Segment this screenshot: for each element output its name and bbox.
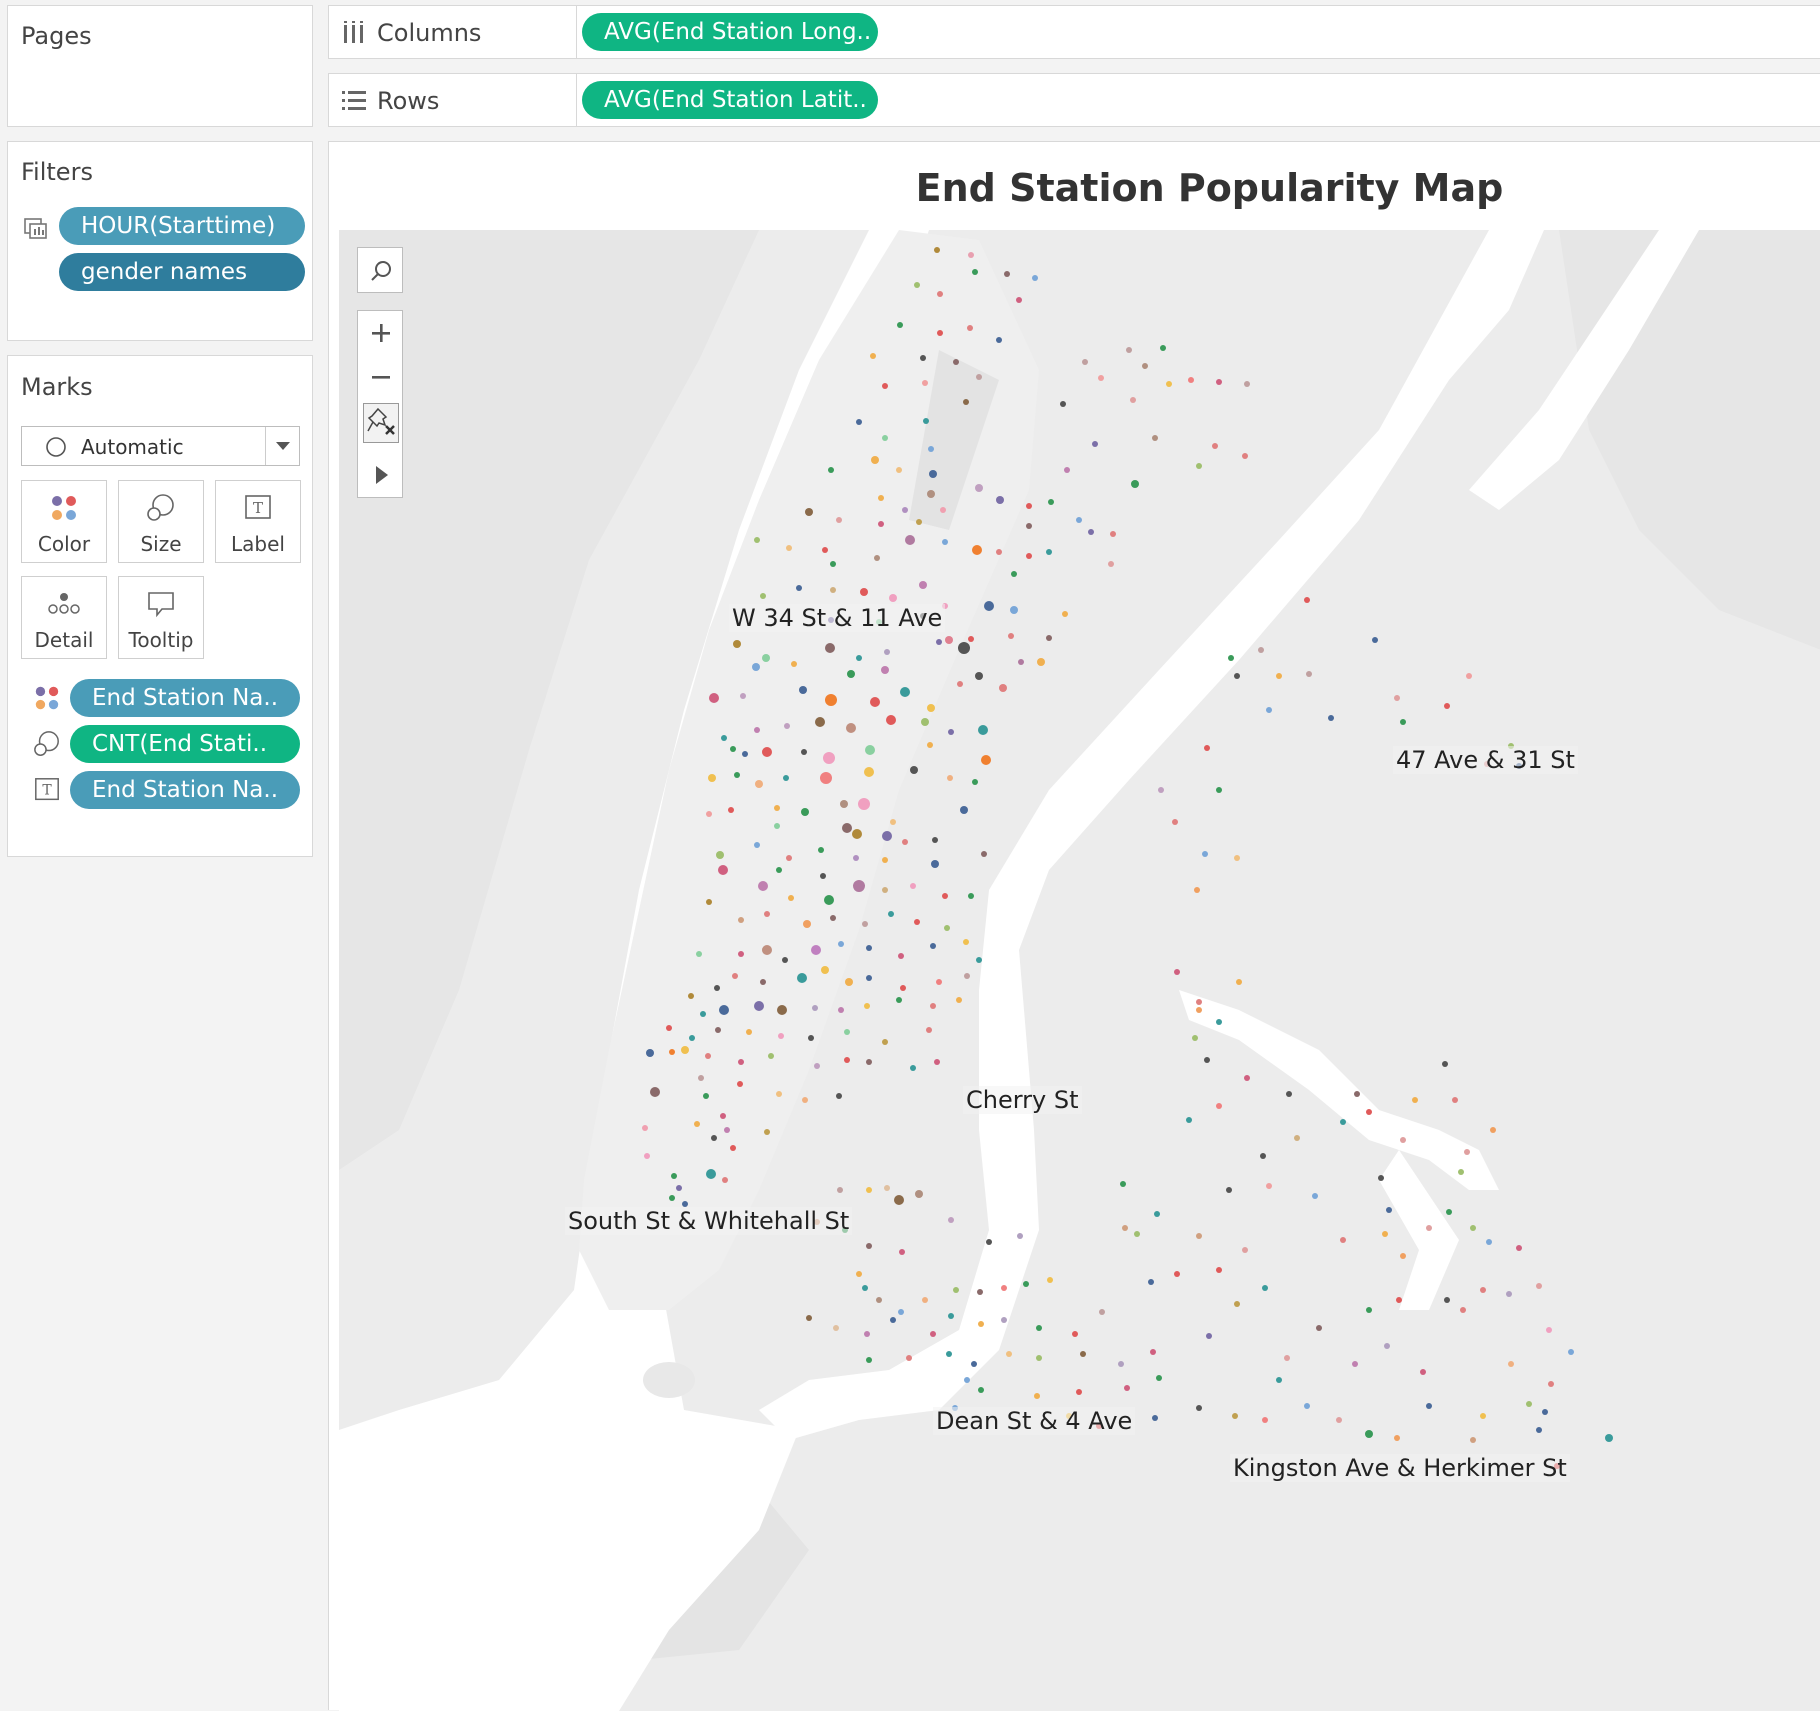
dropdown-divider — [265, 427, 266, 465]
color-label: Color — [37, 532, 91, 556]
circle-mark-icon — [46, 437, 66, 457]
columns-label: Columns — [377, 19, 482, 47]
label-button[interactable]: T Label — [215, 480, 301, 563]
size-button[interactable]: Size — [118, 480, 204, 563]
columns-shelf[interactable]: Columns AVG(End Station Long.. — [328, 5, 1820, 59]
map-search-button[interactable] — [357, 247, 403, 293]
rows-icon — [342, 91, 366, 110]
mark-type-dropdown[interactable]: Automatic — [21, 426, 300, 466]
marks-title: Marks — [21, 373, 93, 401]
label-icon: T — [35, 778, 59, 801]
shelf-divider — [576, 74, 577, 126]
columns-icon — [344, 21, 363, 43]
label-label: Label — [231, 532, 285, 556]
color-icon — [52, 496, 76, 520]
pages-card: Pages — [7, 5, 313, 127]
svg-text:T: T — [253, 499, 263, 517]
mark-type-value: Automatic — [81, 435, 184, 459]
station-points — [642, 247, 1613, 1469]
pages-title: Pages — [21, 22, 92, 50]
marks-field-label-end-station-name[interactable]: End Station Na.. — [70, 771, 300, 809]
size-icon — [147, 494, 174, 521]
filters-card: Filters HOUR(Starttime) gender names — [7, 141, 313, 341]
zoom-out-button[interactable] — [358, 355, 402, 399]
detail-button[interactable]: Detail — [21, 576, 107, 659]
map[interactable]: W 34 St & 11 Ave 47 Ave & 31 St Cherry S… — [339, 230, 1820, 1711]
station-label-south-whitehall: South St & Whitehall St — [565, 1207, 853, 1235]
station-dots — [642, 247, 1613, 1469]
filter-pill-hour-starttime[interactable]: HOUR(Starttime) — [59, 207, 305, 245]
detail-icon — [48, 593, 80, 614]
zoom-in-button[interactable] — [358, 311, 402, 355]
view-title: End Station Popularity Map — [915, 166, 1504, 210]
unpin-map-button[interactable] — [358, 399, 402, 447]
tooltip-label: Tooltip — [128, 628, 194, 652]
station-label-cherry-st: Cherry St — [963, 1086, 1082, 1114]
map-zoom-controls — [357, 310, 403, 498]
chevron-down-icon — [276, 442, 290, 450]
size-icon — [34, 731, 59, 756]
station-label-w34-11ave: W 34 St & 11 Ave — [729, 604, 946, 632]
svg-text:T: T — [42, 783, 52, 799]
marks-field-size-cnt-end-station[interactable]: CNT(End Stati.. — [70, 725, 300, 763]
station-label-kingston-herkimer: Kingston Ave & Herkimer St — [1230, 1454, 1570, 1482]
plus-icon — [372, 324, 390, 342]
tooltip-icon — [148, 592, 174, 618]
shelf-divider — [576, 6, 577, 58]
label-icon: T — [245, 495, 271, 519]
columns-pill-longitude[interactable]: AVG(End Station Long.. — [582, 13, 878, 51]
minus-icon — [372, 376, 390, 379]
search-icon — [371, 261, 391, 281]
station-label-dean-4ave: Dean St & 4 Ave — [933, 1407, 1136, 1435]
filters-title: Filters — [21, 158, 93, 186]
rows-shelf[interactable]: Rows AVG(End Station Latit.. — [328, 73, 1820, 127]
view-card: End Station Popularity Map W 34 St & 11 … — [328, 141, 1820, 1711]
color-button[interactable]: Color — [21, 480, 107, 563]
station-label-47ave-31st: 47 Ave & 31 St — [1393, 746, 1578, 774]
size-label: Size — [140, 532, 182, 556]
detail-label: Detail — [34, 628, 94, 652]
marks-card: Marks Automatic Color Size T Label Detai… — [7, 355, 313, 857]
filter-pill-gender-names[interactable]: gender names — [59, 253, 305, 291]
map-toolbar-expand-button[interactable] — [358, 451, 402, 499]
pin-remove-icon — [367, 407, 395, 435]
rows-pill-latitude[interactable]: AVG(End Station Latit.. — [582, 81, 878, 119]
tooltip-button[interactable]: Tooltip — [118, 576, 204, 659]
color-icon — [35, 686, 59, 710]
rows-label: Rows — [377, 87, 440, 115]
play-arrow-icon — [376, 466, 388, 484]
marks-field-color-end-station-name[interactable]: End Station Na.. — [70, 679, 300, 717]
filter-showing-icon[interactable] — [24, 216, 48, 240]
